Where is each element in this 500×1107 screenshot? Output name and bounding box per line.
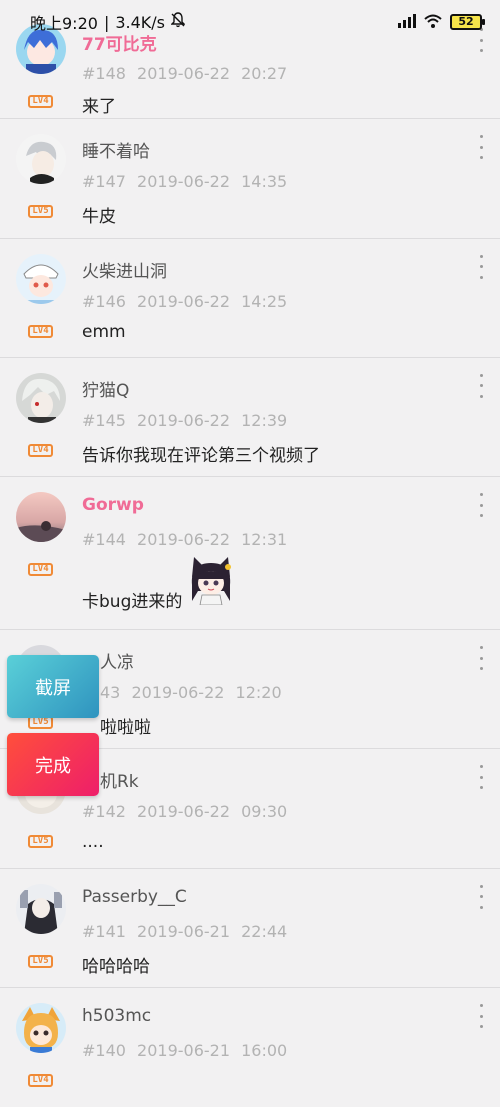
comment-datetime: 2019-06-22 12:20 <box>131 683 282 703</box>
level-badge: LV5 <box>28 205 53 219</box>
more-options-icon[interactable] <box>476 373 486 398</box>
floor-number: #140 <box>82 1041 126 1061</box>
comment-item[interactable]: LV5 睡不着哈 #147 2019-06-22 14:35 牛皮 <box>0 119 500 239</box>
done-button[interactable]: 完成 <box>7 733 99 796</box>
username[interactable]: 火柴进山洞 <box>82 257 167 282</box>
more-options-icon[interactable] <box>476 765 486 790</box>
comment-meta: #146 2019-06-22 14:25 <box>82 292 287 311</box>
status-separator: | <box>103 12 110 32</box>
comment-item[interactable]: LV5 Passerby__C #141 2019-06-21 22:44 哈哈… <box>0 869 500 989</box>
battery-level: 52 <box>458 15 474 28</box>
signal-icon <box>398 13 416 32</box>
more-options-icon[interactable] <box>476 1004 486 1029</box>
comment-datetime: 2019-06-22 12:39 <box>137 410 288 430</box>
avatar[interactable] <box>16 1003 66 1054</box>
comment-meta: #147 2019-06-22 14:35 <box>82 172 287 191</box>
more-options-icon[interactable] <box>476 493 486 518</box>
comment-datetime: 2019-06-21 22:44 <box>137 921 288 941</box>
floor-number: #142 <box>82 802 126 822</box>
avatar[interactable] <box>16 372 66 423</box>
comment-meta: #141 2019-06-21 22:44 <box>82 922 287 941</box>
username[interactable]: Gorwp <box>82 495 144 515</box>
comment-text: 哈哈哈哈 <box>82 956 150 977</box>
level-badge: LV4 <box>28 563 53 577</box>
comment-text: 啦啦啦 <box>100 718 151 739</box>
comment-text: .... <box>82 832 104 853</box>
more-options-icon[interactable] <box>476 884 486 909</box>
level-badge: LV5 <box>28 716 53 730</box>
comment-item[interactable]: LV4 狞猫Q #145 2019-06-22 12:39 告诉你我现在评论第三… <box>0 358 500 478</box>
comment-meta: #144 2019-06-22 12:31 <box>82 530 287 549</box>
comment-meta: #142 2019-06-22 09:30 <box>82 802 287 821</box>
status-time: 晚上9:20 <box>30 14 98 33</box>
comment-text: 牛皮 <box>82 207 116 228</box>
comment-text: 来了 <box>82 97 116 117</box>
avatar[interactable] <box>16 134 66 185</box>
anime-girl-sticker <box>188 555 234 606</box>
comment-datetime: 2019-06-21 16:00 <box>137 1041 288 1061</box>
comment-item[interactable]: LV4 火柴进山洞 #146 2019-06-22 14:25 emm <box>0 239 500 358</box>
status-bar: 晚上9:20 | 3.4K/s 52 <box>0 0 500 44</box>
comment-list: LV4 77可比克 #148 2019-06-22 20:27 来了 LV5 睡… <box>0 11 500 1107</box>
comment-item[interactable]: LV4 Gorwp #144 2019-06-22 12:31 卡bug进来的 <box>0 477 500 631</box>
battery-icon: 52 <box>450 14 485 30</box>
comment-datetime: 2019-06-22 20:27 <box>137 64 288 83</box>
comment-text: 卡bug进来的 <box>82 592 183 613</box>
comment-datetime: 2019-06-22 14:35 <box>137 172 288 192</box>
more-options-icon[interactable] <box>476 254 486 279</box>
floor-number: #148 <box>82 64 126 83</box>
floor-number: #147 <box>82 172 126 192</box>
floor-number: #144 <box>82 530 126 550</box>
username[interactable]: h503mc <box>82 1006 151 1026</box>
level-badge: LV5 <box>28 835 53 849</box>
username[interactable]: 人凉 <box>100 648 134 673</box>
network-speed: 3.4K/s <box>115 12 165 32</box>
floor-number: 43 <box>100 683 121 703</box>
avatar[interactable] <box>16 492 66 543</box>
avatar[interactable] <box>16 253 66 304</box>
comment-text: 告诉你我现在评论第三个视频了 <box>82 445 320 466</box>
floor-number: #145 <box>82 410 126 430</box>
comment-meta: #148 2019-06-22 20:27 <box>82 64 287 83</box>
avatar[interactable] <box>16 883 66 934</box>
comment-datetime: 2019-06-22 14:25 <box>137 291 288 311</box>
comment-datetime: 2019-06-22 12:31 <box>137 530 288 550</box>
comment-datetime: 2019-06-22 09:30 <box>137 802 288 822</box>
floor-number: #141 <box>82 921 126 941</box>
floor-number: #146 <box>82 291 126 311</box>
level-badge: LV4 <box>28 95 53 108</box>
username[interactable]: 机Rk <box>100 767 139 792</box>
level-badge: LV4 <box>28 1074 53 1088</box>
comment-meta: 43 2019-06-22 12:20 <box>100 683 282 702</box>
more-options-icon[interactable] <box>476 646 486 671</box>
comment-item[interactable]: LV4 h503mc #140 2019-06-21 16:00 <box>0 988 500 1107</box>
username[interactable]: 睡不着哈 <box>82 137 150 162</box>
wifi-icon <box>424 13 442 32</box>
username[interactable]: Passerby__C <box>82 887 187 907</box>
screenshot-button[interactable]: 截屏 <box>7 655 99 718</box>
username[interactable]: 狞猫Q <box>82 376 129 401</box>
level-badge: LV4 <box>28 324 53 338</box>
more-options-icon[interactable] <box>476 135 486 160</box>
comment-meta: #145 2019-06-22 12:39 <box>82 411 287 430</box>
comment-text: emm <box>82 321 126 342</box>
bell-off-icon <box>170 12 186 32</box>
level-badge: LV5 <box>28 954 53 968</box>
comment-meta: #140 2019-06-21 16:00 <box>82 1041 287 1060</box>
level-badge: LV4 <box>28 443 53 457</box>
